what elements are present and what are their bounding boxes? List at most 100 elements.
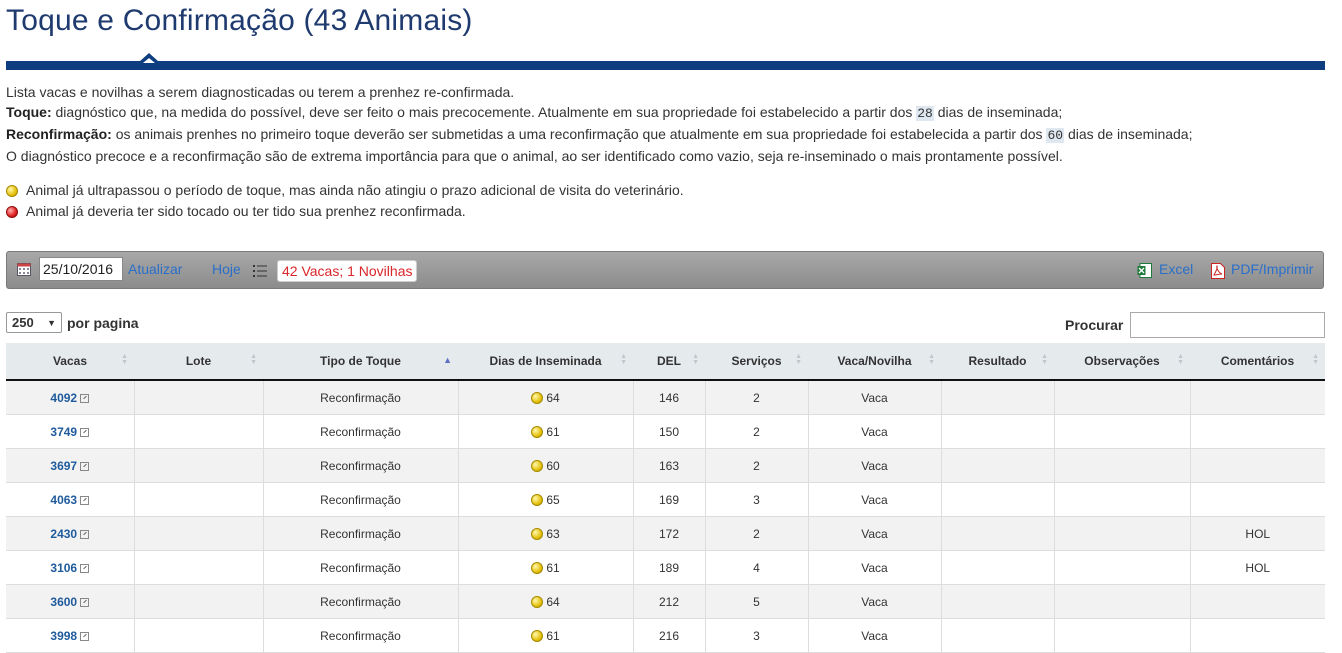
column-header[interactable]: Comentários ▲ ▼	[1190, 343, 1325, 381]
excel-icon[interactable]	[1137, 263, 1152, 278]
red-dot-icon	[6, 205, 18, 218]
external-link-icon[interactable]	[80, 563, 90, 573]
external-link-icon[interactable]	[80, 461, 90, 471]
external-link-icon[interactable]	[80, 393, 90, 403]
animal-link[interactable]: 3749	[50, 425, 77, 439]
atualizar-link[interactable]: Atualizar	[128, 261, 182, 277]
cell-resultado	[941, 380, 1055, 415]
column-header[interactable]: Lote ▲ ▼	[134, 343, 263, 381]
date-input[interactable]	[39, 257, 123, 281]
column-header[interactable]: Vacas ▲ ▼	[6, 343, 134, 381]
cell-vaca: 3600	[6, 584, 135, 619]
description-line-1: Lista vacas e novilhas a serem diagnosti…	[6, 84, 515, 100]
column-header[interactable]: Vaca/Novilha ▲ ▼	[808, 343, 941, 381]
cell-dias: 61	[458, 618, 634, 653]
column-header[interactable]: Observações ▲ ▼	[1054, 343, 1190, 381]
cell-coment: HOL	[1190, 516, 1325, 551]
column-header[interactable]: Tipo de Toque ▲	[263, 343, 458, 381]
sort-icon[interactable]: ▲ ▼	[692, 353, 699, 366]
cell-obs	[1054, 380, 1191, 415]
per-page-select[interactable]: 250 ▼	[6, 312, 62, 333]
search-input[interactable]	[1130, 312, 1325, 338]
animal-link[interactable]: 3106	[50, 561, 77, 575]
sort-icon[interactable]: ▲ ▼	[795, 353, 802, 366]
table-row[interactable]: 4092 Reconfirmação 64 146 2 Vaca	[6, 380, 1325, 415]
table-row[interactable]: 3697 Reconfirmação 60 163 2 Vaca	[6, 448, 1325, 483]
page-title: Toque e Confirmação (43 Animais)	[6, 4, 473, 37]
pdf-imprimir-link[interactable]: PDF/Imprimir	[1231, 261, 1313, 277]
cell-vn: Vaca	[808, 550, 942, 585]
calendar-icon[interactable]	[17, 262, 31, 276]
pdf-icon[interactable]	[1211, 263, 1225, 279]
table-row[interactable]: 3749 Reconfirmação 61 150 2 Vaca	[6, 414, 1325, 449]
cell-lote	[134, 448, 264, 483]
cell-del: 212	[633, 584, 706, 619]
yellow-dot-icon	[531, 528, 544, 541]
cell-tipo: Reconfirmação	[263, 584, 459, 619]
column-header[interactable]: Resultado ▲ ▼	[941, 343, 1054, 381]
animal-link[interactable]: 3600	[50, 595, 77, 609]
cell-obs	[1054, 482, 1191, 517]
sort-icon[interactable]: ▲ ▼	[620, 353, 627, 366]
column-header[interactable]: Dias de Inseminada ▲ ▼	[458, 343, 633, 381]
yellow-dot-icon	[6, 184, 18, 197]
external-link-icon[interactable]	[80, 529, 90, 539]
sort-icon[interactable]: ▲ ▼	[1312, 353, 1319, 366]
cell-servicos: 2	[705, 380, 809, 415]
cell-lote	[134, 482, 264, 517]
table-row[interactable]: 4063 Reconfirmação 65 169 3 Vaca	[6, 482, 1325, 517]
external-link-icon[interactable]	[80, 427, 90, 437]
description-toque: Toque: diagnóstico que, na medida do pos…	[6, 104, 1063, 121]
reconf-days-value: 60	[1046, 128, 1065, 143]
cell-coment	[1190, 448, 1325, 483]
yellow-dot-icon	[531, 494, 544, 507]
list-icon[interactable]	[253, 264, 267, 278]
animal-link[interactable]: 4092	[50, 391, 77, 405]
sort-icon[interactable]: ▲ ▼	[1177, 353, 1184, 366]
animal-link[interactable]: 4063	[50, 493, 77, 507]
search-label: Procurar	[1065, 317, 1124, 333]
cell-dias: 64	[458, 584, 634, 619]
sort-ascending-icon[interactable]: ▲	[443, 355, 452, 365]
column-header[interactable]: Serviços ▲ ▼	[705, 343, 808, 381]
cell-coment	[1190, 482, 1325, 517]
external-link-icon[interactable]	[80, 631, 90, 641]
sort-icon[interactable]: ▲ ▼	[1041, 353, 1048, 366]
legend-yellow: Animal já ultrapassou o período de toque…	[6, 180, 684, 201]
cell-obs	[1054, 448, 1191, 483]
sort-icon[interactable]: ▲ ▼	[121, 353, 128, 366]
cell-dias: 61	[458, 550, 634, 585]
cell-vn: Vaca	[808, 516, 942, 551]
external-link-icon[interactable]	[80, 597, 90, 607]
table-row[interactable]: 3998 Reconfirmação 61 216 3 Vaca	[6, 618, 1325, 653]
cell-coment	[1190, 414, 1325, 449]
table-row[interactable]: 3600 Reconfirmação 64 212 5 Vaca	[6, 584, 1325, 619]
external-link-icon[interactable]	[80, 495, 90, 505]
cell-resultado	[941, 448, 1055, 483]
yellow-dot-icon	[531, 392, 544, 405]
cell-vaca: 3998	[6, 618, 135, 653]
table-row[interactable]: 2430 Reconfirmação 63 172 2 Vaca HOL	[6, 516, 1325, 551]
table-row[interactable]: 3106 Reconfirmação 61 189 4 Vaca HOL	[6, 550, 1325, 585]
cell-tipo: Reconfirmação	[263, 516, 459, 551]
table-header-row: Vacas ▲ ▼ Lote ▲ ▼ Tipo de Toque ▲ Dias de Insem…	[6, 343, 1325, 381]
cell-resultado	[941, 584, 1055, 619]
cell-obs	[1054, 584, 1191, 619]
hoje-link[interactable]: Hoje	[212, 261, 241, 277]
cell-tipo: Reconfirmação	[263, 482, 459, 517]
cell-tipo: Reconfirmação	[263, 550, 459, 585]
animal-count-badge[interactable]: 42 Vacas; 1 Novilhas	[277, 260, 418, 282]
animal-link[interactable]: 2430	[50, 527, 77, 541]
cell-obs	[1054, 550, 1191, 585]
sort-icon[interactable]: ▲ ▼	[928, 353, 935, 366]
animal-link[interactable]: 3697	[50, 459, 77, 473]
animal-link[interactable]: 3998	[50, 629, 77, 643]
description-line-4: O diagnóstico precoce e a reconfirmação …	[6, 148, 1063, 164]
cell-del: 163	[633, 448, 706, 483]
sort-icon[interactable]: ▲ ▼	[250, 353, 257, 366]
cell-resultado	[941, 550, 1055, 585]
cell-del: 146	[633, 380, 706, 415]
excel-link[interactable]: Excel	[1159, 261, 1193, 277]
column-header[interactable]: DEL ▲ ▼	[633, 343, 705, 381]
cell-del: 216	[633, 618, 706, 653]
